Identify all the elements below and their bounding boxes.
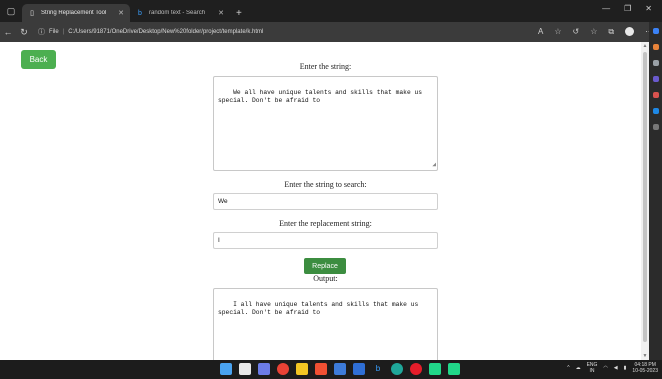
scroll-up-icon[interactable]: ▲ — [641, 42, 649, 50]
search-string-label: Enter the string to search: — [284, 180, 367, 189]
office-icon[interactable] — [652, 92, 659, 98]
window-controls: — ❐ ✕ — [602, 4, 652, 13]
replacement-string-label: Enter the replacement string: — [279, 219, 372, 228]
tab-label: String Replacement Tool — [41, 10, 107, 16]
replacement-string-input[interactable]: I — [213, 232, 438, 249]
bing-icon: b — [138, 9, 142, 17]
edge-icon[interactable] — [391, 363, 403, 375]
language-indicator[interactable]: ENG IN — [587, 362, 598, 374]
browser-tab-bar: ▢ ▯ String Replacement Tool ✕ b random t… — [0, 0, 662, 22]
url-field[interactable]: ⓘ File | C:/Users/91871/OneDrive/Desktop… — [38, 25, 518, 40]
close-icon[interactable]: ✕ — [218, 9, 224, 17]
address-bar: ← ↻ ⓘ File | C:/Users/91871/OneDrive/Des… — [0, 22, 662, 42]
tab-random-text-search[interactable]: b random text - Search ✕ — [130, 4, 230, 22]
chrome-icon[interactable] — [277, 363, 289, 375]
system-tray: ^ ☁ ENG IN ◠ ◀ ▮ 04:18 PM 10-05-2023 — [567, 362, 658, 374]
tools-icon[interactable] — [652, 60, 659, 66]
opera-icon[interactable] — [410, 363, 422, 375]
resize-handle-icon[interactable]: ◢ — [432, 161, 436, 169]
tab-string-replacement-tool[interactable]: ▯ String Replacement Tool ✕ — [22, 4, 130, 22]
tab-actions-icon[interactable]: ▢ — [0, 0, 22, 22]
output-label: Output: — [313, 274, 338, 283]
scroll-thumb[interactable] — [643, 52, 647, 342]
clock[interactable]: 04:18 PM 10-05-2023 — [632, 362, 658, 374]
chevron-up-icon[interactable]: ^ — [567, 365, 569, 371]
taskbar-apps: b — [220, 363, 460, 375]
separator: | — [62, 29, 65, 35]
file-label: File — [49, 29, 59, 35]
close-icon[interactable]: ✕ — [118, 9, 124, 17]
url-text: C:/Users/91871/OneDrive/Desktop/New%20fo… — [68, 29, 264, 35]
bing-taskbar-icon[interactable]: b — [372, 363, 384, 375]
collections-icon[interactable]: ⧉ — [608, 27, 614, 37]
wifi-icon[interactable]: ◠ — [603, 365, 607, 371]
toolbar-icons: A ☆ ↺ ☆ ⧉ ⋯ — [538, 27, 653, 37]
search-icon[interactable] — [239, 363, 251, 375]
input-string-textarea[interactable]: We all have unique talents and skills th… — [213, 76, 438, 171]
shopping-icon[interactable] — [652, 44, 659, 50]
new-tab-button[interactable]: + — [230, 4, 248, 22]
scroll-down-icon[interactable]: ▼ — [641, 352, 649, 360]
task-view-icon[interactable] — [258, 363, 270, 375]
output-text: I all have unique talents and skills tha… — [218, 301, 419, 316]
search-string-input[interactable]: We — [213, 193, 438, 210]
tab-label: random text - Search — [149, 10, 206, 16]
clock-date: 10-05-2023 — [632, 368, 658, 374]
edge-sidebar — [649, 22, 662, 360]
back-button[interactable]: Back — [21, 50, 56, 69]
pycharm-community-icon[interactable] — [448, 363, 460, 375]
restore-icon[interactable]: ❐ — [624, 4, 631, 13]
back-arrow-icon[interactable]: ← — [0, 27, 16, 37]
input-string-label: Enter the string: — [299, 62, 352, 71]
volume-icon[interactable]: ◀ — [614, 365, 618, 371]
refresh-page-icon[interactable]: ↺ — [573, 27, 580, 37]
mail-icon[interactable] — [353, 363, 365, 375]
input-string-text: We all have unique talents and skills th… — [218, 89, 423, 104]
battery-icon[interactable]: ▮ — [624, 365, 627, 371]
page-content: Back Enter the string: We all have uniqu… — [0, 42, 641, 360]
refresh-icon[interactable]: ↻ — [16, 27, 32, 38]
onedrive-icon[interactable]: ☁ — [576, 365, 581, 371]
search-sidebar-icon[interactable] — [652, 28, 659, 34]
info-icon[interactable]: ⓘ — [38, 27, 45, 37]
add-sidebar-icon[interactable] — [652, 124, 659, 130]
output-textarea[interactable]: I all have unique talents and skills tha… — [213, 288, 438, 360]
store-icon[interactable] — [334, 363, 346, 375]
windows-start-icon[interactable] — [220, 363, 232, 375]
file-explorer-icon[interactable] — [296, 363, 308, 375]
favorites-icon[interactable]: ☆ — [590, 27, 597, 37]
pycharm-icon[interactable] — [429, 363, 441, 375]
minimize-icon[interactable]: — — [602, 4, 610, 13]
outlook-icon[interactable] — [652, 108, 659, 114]
lang-bottom: IN — [589, 368, 595, 374]
replace-button[interactable]: Replace — [304, 258, 346, 274]
taskbar: b ^ ☁ ENG IN ◠ ◀ ▮ 04:18 PM 10-05-2023 — [0, 360, 662, 379]
close-window-icon[interactable]: ✕ — [645, 4, 652, 13]
read-aloud-icon[interactable]: A — [538, 27, 543, 37]
games-icon[interactable] — [652, 76, 659, 82]
git-icon[interactable] — [315, 363, 327, 375]
favorite-add-icon[interactable]: ☆ — [554, 27, 561, 37]
page-icon: ▯ — [30, 10, 34, 17]
profile-avatar[interactable] — [625, 27, 635, 36]
page-scrollbar[interactable]: ▲ ▼ — [641, 42, 649, 360]
